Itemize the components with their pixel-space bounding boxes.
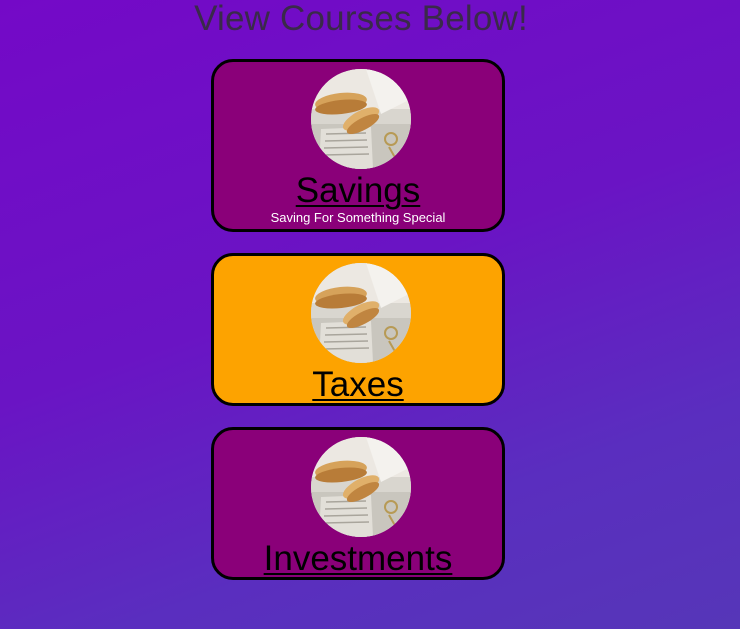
course-card-taxes[interactable]: Taxes	[211, 253, 505, 406]
page-title: View Courses Below!	[194, 0, 528, 38]
course-title[interactable]: Taxes	[214, 366, 502, 404]
course-image	[311, 263, 411, 363]
course-card-savings[interactable]: Savings Saving For Something Special	[211, 59, 505, 232]
course-image	[311, 69, 411, 169]
course-subtitle: Saving For Something Special	[270, 210, 446, 225]
course-title[interactable]: Investments	[214, 540, 502, 578]
course-title[interactable]: Savings	[214, 172, 502, 210]
course-card-investments[interactable]: Investments	[211, 427, 505, 580]
course-image	[311, 437, 411, 537]
